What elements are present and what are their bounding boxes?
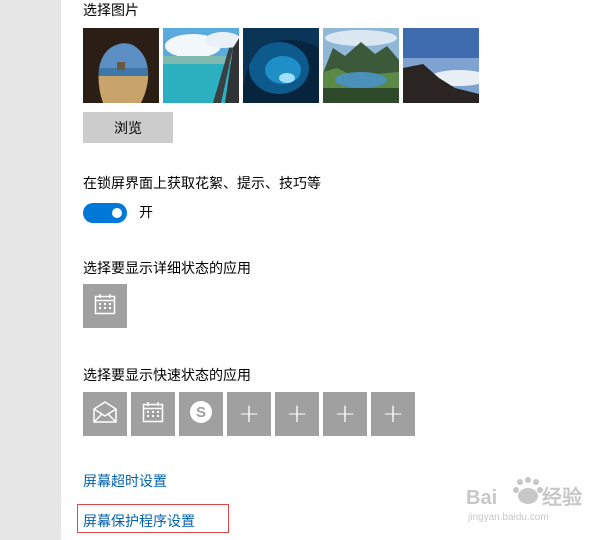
calendar-icon	[142, 401, 164, 427]
mail-icon	[92, 401, 118, 427]
cave-beach-thumbnail[interactable]	[83, 28, 159, 103]
quick-status-add-slot-1[interactable]: +	[227, 392, 271, 436]
plus-icon: +	[334, 399, 356, 429]
detailed-status-heading: 选择要显示详细状态的应用	[83, 261, 251, 277]
mountain-lake-thumbnail[interactable]	[323, 28, 399, 103]
left-sidebar	[0, 0, 61, 540]
quick-status-add-slot-2[interactable]: +	[275, 392, 319, 436]
lockscreen-tips-label: 在锁屏界面上获取花絮、提示、技巧等	[83, 176, 321, 192]
screensaver-settings-link[interactable]: 屏幕保护程序设置	[83, 513, 195, 531]
mountain-night-thumbnail[interactable]	[403, 28, 479, 103]
plus-icon: +	[238, 399, 260, 429]
calendar-icon	[94, 293, 116, 319]
svg-text:S: S	[196, 404, 206, 421]
quick-status-heading: 选择要显示快速状态的应用	[83, 368, 251, 384]
watermark-url: jingyan.baidu.com	[468, 512, 549, 523]
toggle-state-label: 开	[139, 205, 153, 221]
skype-icon: S	[188, 399, 214, 429]
svg-text:经验: 经验	[542, 485, 582, 509]
baidu-watermark: Bai 经验 jingyan.baidu.com	[466, 474, 596, 530]
screen-timeout-settings-link[interactable]: 屏幕超时设置	[83, 473, 167, 491]
quick-status-app-mail[interactable]	[83, 392, 127, 436]
quick-status-add-slot-3[interactable]: +	[323, 392, 367, 436]
choose-picture-heading: 选择图片	[83, 3, 139, 19]
quick-status-app-skype[interactable]: S	[179, 392, 223, 436]
toggle-knob	[112, 208, 122, 218]
lockscreen-tips-toggle[interactable]	[83, 203, 127, 223]
tropical-sea-thumbnail[interactable]	[163, 28, 239, 103]
browse-button[interactable]: 浏览	[83, 112, 173, 143]
svg-text:Bai: Bai	[466, 487, 497, 509]
plus-icon: +	[382, 399, 404, 429]
quick-status-app-calendar[interactable]	[131, 392, 175, 436]
quick-status-add-slot-4[interactable]: +	[371, 392, 415, 436]
ice-cave-thumbnail[interactable]	[243, 28, 319, 103]
plus-icon: +	[286, 399, 308, 429]
detailed-status-app-tile[interactable]	[83, 284, 127, 328]
